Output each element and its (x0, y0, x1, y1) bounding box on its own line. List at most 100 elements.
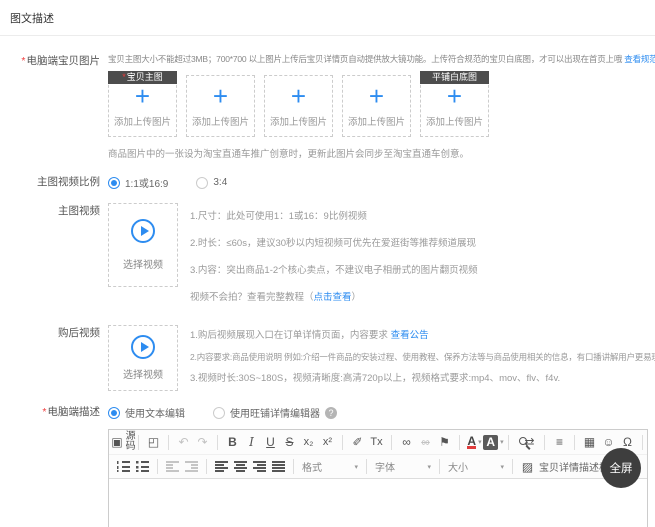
toolbar-separator (574, 435, 575, 450)
superscript-icon[interactable]: x² (319, 432, 336, 452)
view-spec-link[interactable]: 查看规范 (624, 54, 655, 64)
page-title: 图文描述 (0, 0, 655, 35)
option-label: 3:4 (213, 177, 227, 188)
icon-glyph: ∞ (402, 436, 411, 448)
preview-icon[interactable]: ◰ (145, 432, 162, 452)
ordered-list-icon[interactable] (117, 461, 130, 472)
remove-format-icon[interactable]: Tx (368, 432, 385, 452)
chevron-down-icon: ▾ (500, 463, 504, 471)
ratio-option-3-4[interactable]: 3:4 (196, 177, 227, 189)
page: 图文描述 *电脑端宝贝图片 宝贝主图大小不能超过3MB；700*700 以上图片… (0, 0, 655, 527)
play-icon (131, 335, 155, 359)
icon-glyph: ▣ (111, 436, 122, 448)
upload-caption: 添加上传图片 (426, 114, 483, 128)
unlink-icon[interactable]: ∞ (417, 432, 434, 452)
size-select[interactable]: 大小 ▾ (445, 459, 507, 474)
upload-image-box[interactable]: *宝贝主图+添加上传图片 (108, 75, 177, 137)
toolbar-separator (366, 459, 367, 474)
toolbar-separator (157, 459, 158, 474)
strikethrough-icon[interactable]: S (281, 432, 298, 452)
font-color-icon[interactable]: A▾ (466, 432, 483, 452)
table-icon[interactable]: ▦ (581, 432, 598, 452)
chevron-down-icon: ▾ (478, 439, 482, 446)
required-asterisk: * (122, 72, 126, 82)
icon-glyph: ∞ (421, 436, 430, 448)
upload-image-box[interactable]: +添加上传图片 (264, 75, 333, 137)
play-icon (131, 219, 155, 243)
main-video-tip-1: 1.尺寸：此处可使用1：1或16：9比例视频 (190, 203, 478, 230)
bg-color-icon[interactable]: A▾ (485, 432, 502, 452)
desc-option-text-edit[interactable]: 使用文本编辑 (108, 405, 185, 420)
announcement-link[interactable]: 查看公告 (391, 330, 429, 341)
toolbar-separator (206, 459, 207, 474)
toolbar-separator (293, 459, 294, 474)
undo-icon[interactable]: ↶ (175, 432, 192, 452)
upload-image-box[interactable]: +添加上传图片 (186, 75, 255, 137)
help-icon[interactable]: ? (325, 407, 337, 419)
post-video-label: 购后视频 (0, 325, 100, 340)
editor-content[interactable] (109, 479, 647, 527)
align-center-icon[interactable] (234, 461, 247, 472)
icon-glyph: x₂ (304, 437, 314, 448)
align-right-icon[interactable] (253, 461, 266, 472)
option-label: 1:1或16:9 (125, 175, 168, 190)
icon-glyph: Tx (370, 437, 382, 448)
label-text: 电脑端宝贝图片 (27, 55, 101, 67)
subscript-icon[interactable]: x₂ (300, 432, 317, 452)
tutorial-link[interactable]: 点击查看 (314, 292, 352, 303)
format-painter-icon[interactable]: ✐ (349, 432, 366, 452)
upload-image-box[interactable]: +添加上传图片 (342, 75, 411, 137)
label-text: 主图视频 (58, 205, 100, 217)
link-icon[interactable]: ∞ (398, 432, 415, 452)
main-video-picker[interactable]: 选择视频 (108, 203, 178, 287)
icon-glyph: ↷ (197, 436, 207, 448)
align-justify-icon[interactable] (272, 461, 285, 472)
main-video-tip-3: 3.内容：突出商品1-2个核心卖点，不建议电子相册式的图片翻页视频 (190, 257, 478, 284)
toolbar-separator (439, 459, 440, 474)
select-label: 大小 (448, 459, 468, 474)
select-label: 字体 (375, 459, 395, 474)
fullscreen-button[interactable]: 全屏 (601, 448, 641, 488)
label-text: 主图视频比例 (37, 176, 100, 188)
required-asterisk: * (42, 406, 46, 418)
format-select[interactable]: 格式▾ (299, 459, 361, 474)
upload-caption: 添加上传图片 (348, 114, 405, 128)
bold-icon[interactable]: B (224, 432, 241, 452)
source-code-icon[interactable]: ▣源码 (115, 432, 132, 452)
ratio-option-1-1-16-9[interactable]: 1:1或16:9 (108, 175, 168, 190)
bullet-list-icon[interactable] (136, 461, 149, 472)
icon-glyph: x² (323, 437, 332, 448)
upload-boxes: *宝贝主图+添加上传图片+添加上传图片+添加上传图片+添加上传图片平铺白底图+添… (108, 75, 655, 137)
picker-label: 选择视频 (123, 256, 163, 271)
icon-glyph: I (249, 436, 254, 448)
icon-glyph: ▨ (522, 461, 533, 473)
line-style-icon[interactable]: ≡ (551, 432, 568, 452)
align-left-icon[interactable] (215, 461, 228, 472)
upload-image-box[interactable]: 平铺白底图+添加上传图片 (420, 75, 489, 137)
post-video-row: 购后视频 选择视频 1.购后视频展现入口在订单详情页面，内容要求 查看公告 2.… (0, 325, 655, 391)
toolbar-separator (391, 435, 392, 450)
rich-text-editor: ▣源码◰↶↷BIUSx₂x²✐Tx∞∞⚑A▾A▾⇄≡▦☺Ω 格式▾字体▾大小▾▨… (108, 429, 648, 527)
anchor-flag-icon[interactable]: ⚑ (436, 432, 453, 452)
outdent-icon[interactable] (166, 461, 179, 472)
underline-icon[interactable]: U (262, 432, 279, 452)
icon-glyph: ☺ (602, 436, 614, 448)
post-video-picker[interactable]: 选择视频 (108, 325, 178, 391)
indent-icon[interactable] (185, 461, 198, 472)
desc-option-wangpu-editor[interactable]: 使用旺铺详情编辑器 ? (213, 405, 337, 420)
image-icon[interactable]: ▨ (519, 457, 536, 477)
section-divider (0, 35, 655, 36)
icon-glyph: ↶ (178, 436, 188, 448)
font-select[interactable]: 字体 ▾ (372, 459, 434, 474)
chevron-down-icon: ▾ (427, 463, 431, 471)
upload-caption: 添加上传图片 (114, 114, 171, 128)
toolbar-separator (512, 459, 513, 474)
italic-icon[interactable]: I (243, 432, 260, 452)
required-asterisk: * (21, 55, 25, 67)
main-video-tip-4: 视频不会拍？查看完整教程（点击查看） (190, 284, 478, 311)
redo-icon[interactable]: ↷ (194, 432, 211, 452)
post-video-tip-2: 2.内容要求:商品使用说明 例如:介绍一件商品的安装过程、使用教程、保养方法等与… (190, 347, 655, 369)
plus-icon: + (291, 84, 306, 108)
option-label: 使用旺铺详情编辑器 (230, 405, 320, 420)
toolbar-separator (217, 435, 218, 450)
